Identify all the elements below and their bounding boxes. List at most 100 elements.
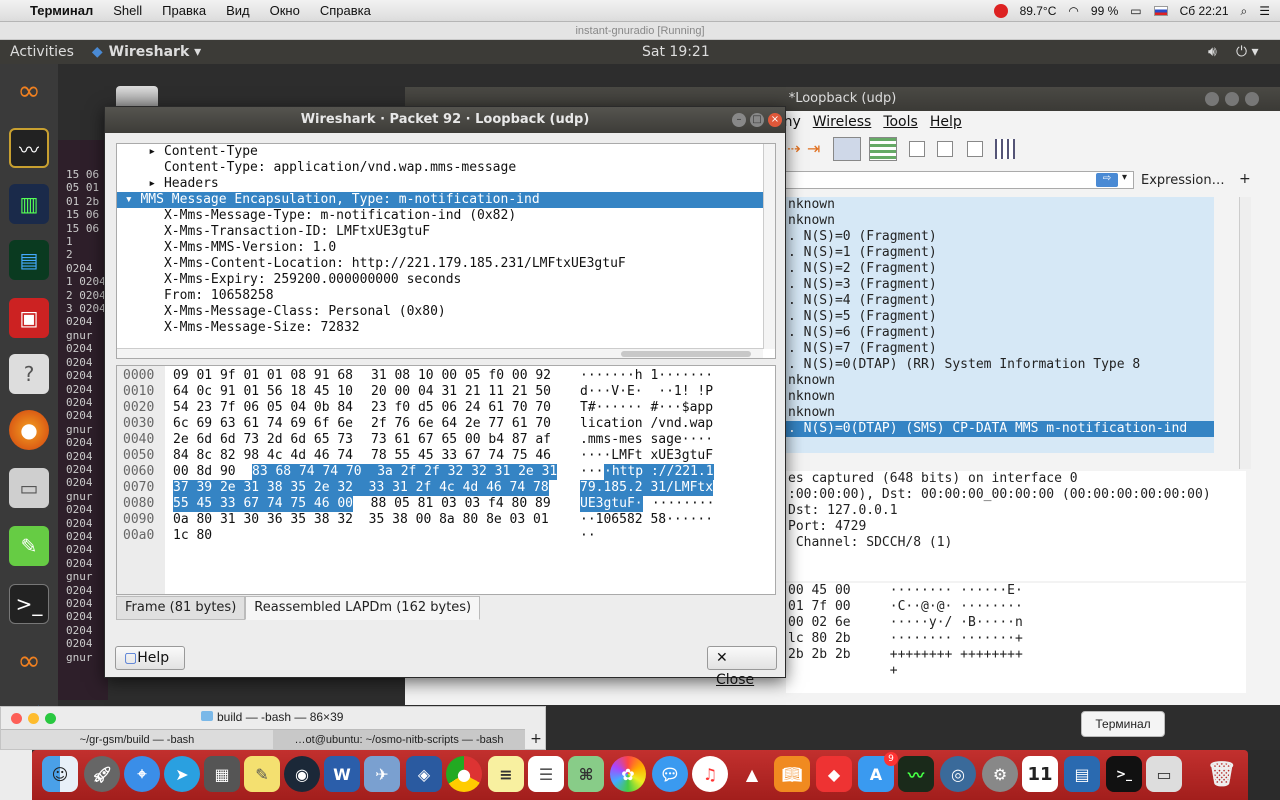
hex-ascii[interactable]: ··· xyxy=(580,464,603,480)
word-icon[interactable]: W xyxy=(324,756,360,792)
record-icon[interactable] xyxy=(993,4,1008,18)
chat-icon[interactable]: ? xyxy=(9,354,49,394)
firefox-icon[interactable]: ● xyxy=(9,410,49,450)
messages-icon[interactable]: 💬︎ xyxy=(652,756,688,792)
hex-bytes-right[interactable]: 2f 76 6e 64 2e 77 61 70 xyxy=(371,416,551,432)
hex-bytes-left[interactable]: 84 8c 82 98 4c 4d 46 74 xyxy=(173,448,353,464)
trash-icon[interactable] xyxy=(116,86,158,106)
hex-ascii[interactable]: ·· xyxy=(580,528,596,544)
hex-bytes-left[interactable]: 09 01 9f 01 01 08 91 68 xyxy=(173,368,353,384)
clock[interactable]: Сб 22:21 xyxy=(1180,4,1229,18)
screenshot-icon[interactable]: ▭ xyxy=(1146,756,1182,792)
hex-ascii[interactable]: ··106582 58······ xyxy=(580,512,713,528)
hex-bytes-left[interactable]: 64 0c 91 01 56 18 45 10 xyxy=(173,384,353,400)
colorize-icon[interactable] xyxy=(869,137,897,161)
close-button[interactable]: ✕ Close xyxy=(707,646,777,688)
hex-bytes[interactable]: 1c 80 xyxy=(173,528,212,544)
bytes-row[interactable]: 00 45 00 ········ ······E· xyxy=(786,583,1246,599)
zoom-normal-icon[interactable] xyxy=(967,141,983,157)
menu-help[interactable]: Справка xyxy=(310,3,381,18)
preview-icon[interactable]: ✈ xyxy=(364,756,400,792)
go-last-icon[interactable]: ⇥ xyxy=(807,139,820,158)
terminal-icon[interactable]: >_ xyxy=(9,584,49,624)
packet-row[interactable]: . N(S)=3 (Fragment) xyxy=(786,277,1214,293)
packet-row[interactable]: . N(S)=4 (Fragment) xyxy=(786,293,1214,309)
menu-view[interactable]: Вид xyxy=(216,3,260,18)
zoom-out-icon[interactable] xyxy=(937,141,953,157)
music-icon[interactable]: ♫ xyxy=(692,756,728,792)
resize-columns-icon[interactable] xyxy=(995,139,1015,159)
hscroll-thumb[interactable] xyxy=(621,351,751,357)
launchpad-icon[interactable]: 🚀︎ xyxy=(84,756,120,792)
tab-reassembled[interactable]: Reassembled LAPDm (162 bytes) xyxy=(245,596,481,620)
protocol-tree[interactable]: ▸ Content-Type Content-Type: application… xyxy=(116,143,776,359)
packet-row[interactable]: . N(S)=6 (Fragment) xyxy=(786,325,1214,341)
dialog-title[interactable]: Wireshark · Packet 92 · Loopback (udp) xyxy=(105,107,785,133)
gnuradio-icon-2[interactable]: ∞ xyxy=(9,640,49,680)
oscilloscope-icon[interactable]: 〰 xyxy=(9,128,49,168)
tree-row[interactable]: From: 10658258 xyxy=(117,288,775,304)
bytes-row[interactable]: 00 02 6e ·····y·/ ·B·····n xyxy=(786,615,1246,631)
virtualbox-icon[interactable]: ◈ xyxy=(406,756,442,792)
zoom-dot[interactable] xyxy=(45,713,56,724)
tree-hscroll[interactable] xyxy=(117,348,763,358)
packet-row[interactable]: nknown xyxy=(786,389,1214,405)
red-app-icon[interactable]: ▣ xyxy=(9,298,49,338)
chrome-icon[interactable]: ● xyxy=(446,756,482,792)
filter-bar[interactable]: ⇨ ▾ xyxy=(785,171,1134,189)
tree-row[interactable]: Content-Type: application/vnd.wap.mms-me… xyxy=(117,160,775,176)
maps-icon[interactable]: ⌘ xyxy=(568,756,604,792)
close-dot[interactable] xyxy=(11,713,22,724)
expression-button[interactable]: Expression… xyxy=(1141,173,1225,188)
safari-icon[interactable]: ⌖ xyxy=(124,756,160,792)
hex-bytes[interactable]: 0a 80 31 30 36 35 38 32 35 38 00 8a 80 8… xyxy=(173,512,549,528)
hex-bytes-right[interactable]: 78 55 45 33 67 74 75 46 xyxy=(371,448,551,464)
apply-filter-icon[interactable]: ⇨ xyxy=(1096,173,1118,187)
telegram-icon[interactable]: ➤ xyxy=(164,756,200,792)
finder-icon[interactable]: ☺ xyxy=(42,756,78,792)
detail-row[interactable]: es captured (648 bits) on interface 0 xyxy=(786,471,1246,487)
new-tab-button[interactable]: + xyxy=(527,729,545,749)
settings-icon[interactable]: ⚙ xyxy=(982,756,1018,792)
terminal-dock-icon[interactable]: >_ xyxy=(1106,756,1142,792)
packet-row[interactable]: . N(S)=7 (Fragment) xyxy=(786,341,1214,357)
calendar-icon[interactable]: 11 xyxy=(1022,756,1058,792)
hex-bytes-right[interactable]: 88 05 81 03 03 f4 80 89 xyxy=(355,496,551,512)
go-back-icon[interactable]: ⇢ xyxy=(787,139,800,158)
unknown-app-icon[interactable]: ◎ xyxy=(940,756,976,792)
hex-ascii[interactable]: ········ xyxy=(644,496,715,512)
packet-list-scrollbar[interactable] xyxy=(1239,197,1251,469)
autoscroll-icon[interactable] xyxy=(833,137,861,161)
power-icon[interactable]: ⏻ ▾ xyxy=(1236,44,1259,60)
waterfall-icon[interactable]: ▤ xyxy=(9,240,49,280)
menu-shell[interactable]: Shell xyxy=(103,3,152,18)
activity-monitor-icon[interactable]: 〰 xyxy=(898,756,934,792)
steam-icon[interactable]: ◉ xyxy=(284,756,320,792)
photos-icon[interactable]: ✿ xyxy=(610,756,646,792)
bytes-row[interactable]: 2b 2b 2b ++++++++ ++++++++ xyxy=(786,647,1246,663)
hex-ascii[interactable]: ·······h 1······· xyxy=(580,368,713,384)
tree-row[interactable]: ▸ Headers xyxy=(117,176,775,192)
background-terminal[interactable]: 15 06 05 01 01 2b 15 06 15 06 1 2 0204 1 0204 2 0… xyxy=(58,140,108,700)
packet-row[interactable]: . N(S)=1 (Fragment) xyxy=(786,245,1214,261)
list-icon[interactable]: ☰ xyxy=(1259,4,1270,18)
notes-icon[interactable]: ✎ xyxy=(244,756,280,792)
app-menu[interactable]: Терминал xyxy=(20,3,103,18)
tree-row[interactable]: ▸ Content-Type xyxy=(117,144,775,160)
books-icon[interactable]: 📖︎ xyxy=(774,756,810,792)
volume-icon[interactable]: 🔊︎ xyxy=(1208,44,1217,60)
trash-dock-icon[interactable]: 🗑︎ xyxy=(1204,756,1240,792)
temperature[interactable]: 89.7°C xyxy=(1020,4,1057,18)
hex-bytes-right[interactable]: 20 00 04 31 21 11 21 50 xyxy=(371,384,551,400)
hex-ascii[interactable]: T#······ #···$app xyxy=(580,400,713,416)
editor-icon[interactable]: ✎ xyxy=(9,526,49,566)
tree-row[interactable]: X-Mms-Message-Type: m-notification-ind (… xyxy=(117,208,775,224)
packet-bytes[interactable]: 00 45 00 ········ ······E· 01 7f 00 ·C··@… xyxy=(786,583,1246,693)
rocket-icon[interactable]: ▲ xyxy=(734,756,770,792)
filter-dropdown-icon[interactable]: ▾ xyxy=(1122,172,1127,183)
hex-bytes-left[interactable]: 6c 69 63 61 74 69 6f 6e xyxy=(173,416,353,432)
files-icon[interactable]: ▭ xyxy=(9,468,49,508)
detail-row[interactable]: Channel: SDCCH/8 (1) xyxy=(786,535,1246,551)
hex-ascii-selected[interactable]: 79.185.2 31/LMFtx xyxy=(580,480,714,496)
help-button[interactable]: ▢Help xyxy=(115,646,185,670)
